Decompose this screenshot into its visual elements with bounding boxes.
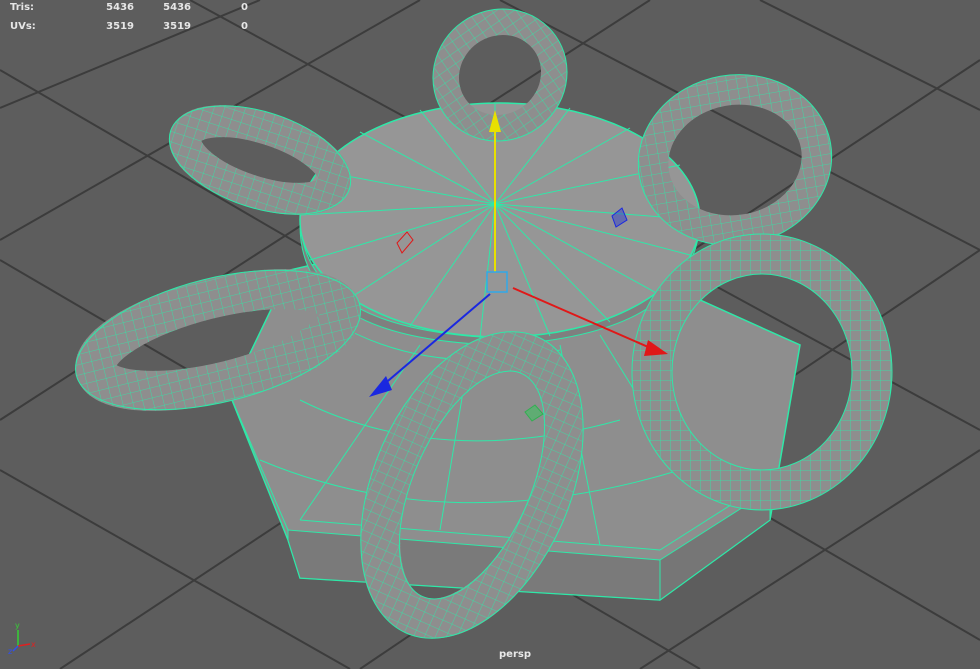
hud-value-object: 3519	[106, 21, 134, 32]
hud-value-selection: 3519	[163, 21, 191, 32]
hud-value-object: 5436	[106, 2, 134, 13]
view-axis-indicator: y x z	[8, 621, 36, 654]
perspective-viewport[interactable]: Tris: 5436 5436 0 UVs: 3519 3519 0 y x z…	[0, 0, 980, 669]
heads-up-display: Tris: 5436 5436 0 UVs: 3519 3519 0	[6, 2, 266, 40]
hud-row-uvs: UVs: 3519 3519 0	[6, 21, 266, 40]
hud-value-components: 0	[241, 21, 248, 32]
hud-row-tris: Tris: 5436 5436 0	[6, 2, 266, 21]
axis-y-label: y	[15, 621, 20, 630]
hud-value-components: 0	[241, 2, 248, 13]
camera-name-label: persp	[499, 649, 531, 660]
hud-label: Tris:	[10, 2, 35, 13]
hud-value-selection: 5436	[163, 2, 191, 13]
scene-canvas[interactable]	[0, 0, 980, 669]
hud-label: UVs:	[10, 21, 36, 32]
axis-z-label: z	[8, 647, 12, 654]
axis-x-label: x	[31, 640, 36, 649]
